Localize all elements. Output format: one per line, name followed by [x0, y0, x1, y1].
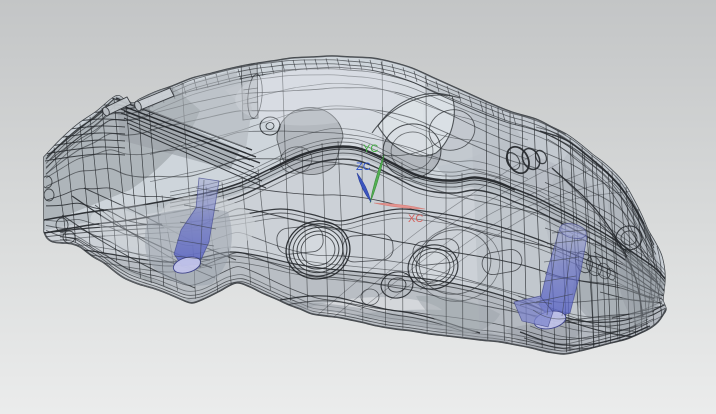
svg-text:YC: YC [363, 143, 378, 155]
svg-text:ZC: ZC [356, 161, 371, 173]
svg-text:XC: XC [408, 213, 423, 225]
